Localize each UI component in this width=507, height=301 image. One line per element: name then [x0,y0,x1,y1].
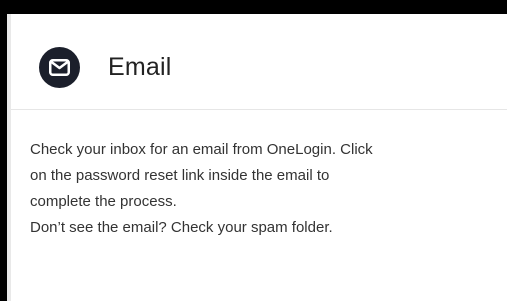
card-header: Email [11,14,507,110]
spam-folder-note: Don’t see the email? Check your spam fol… [30,219,333,236]
email-method-card: Email Check your inbox for an email from… [11,14,507,301]
message-line-1: Check your inbox for an email from OneLo… [30,141,373,158]
message-line-2: on the password reset link inside the em… [30,167,330,184]
envelope-glyph [49,59,70,76]
window-top-border [0,0,507,14]
card-title: Email [108,53,172,81]
envelope-icon [39,47,80,88]
message-line-3: complete the process. [30,193,177,210]
card-body: Check your inbox for an email from OneLo… [30,137,490,241]
window-left-border [0,0,7,301]
